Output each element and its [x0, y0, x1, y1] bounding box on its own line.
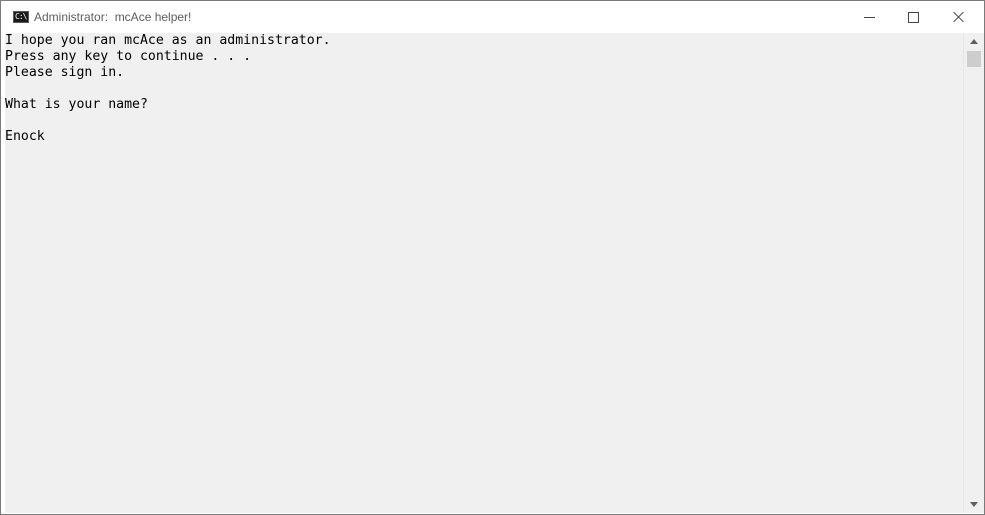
title-bar[interactable]: C:\ Administrator: mcAce helper! — [1, 1, 984, 33]
minimize-button[interactable] — [846, 1, 892, 33]
scroll-up-button[interactable] — [964, 33, 984, 50]
console-icon[interactable]: C:\ — [13, 11, 29, 23]
console-icon-prompt: C:\ — [15, 12, 27, 21]
console-line: Press any key to continue . . . — [5, 49, 252, 64]
maximize-icon — [907, 11, 919, 23]
console-input-line: Enock — [5, 129, 45, 144]
chevron-down-icon — [970, 502, 978, 507]
console-output[interactable]: I hope you ran mcAce as an administrator… — [5, 33, 963, 513]
console-line: What is your name? — [5, 97, 148, 112]
window-title: Administrator: mcAce helper! — [34, 10, 192, 24]
console-line: Please sign in. — [5, 65, 125, 80]
scroll-thumb[interactable] — [967, 51, 981, 67]
console-line: I hope you ran mcAce as an administrator… — [5, 33, 331, 48]
vertical-scrollbar[interactable] — [963, 33, 984, 513]
scroll-down-button[interactable] — [964, 496, 984, 513]
chevron-up-icon — [970, 39, 978, 44]
console-window: C:\ Administrator: mcAce helper! I hope … — [0, 0, 985, 515]
close-button[interactable] — [936, 1, 982, 33]
close-icon — [953, 11, 965, 23]
maximize-button[interactable] — [890, 1, 936, 33]
minimize-icon — [863, 16, 875, 18]
